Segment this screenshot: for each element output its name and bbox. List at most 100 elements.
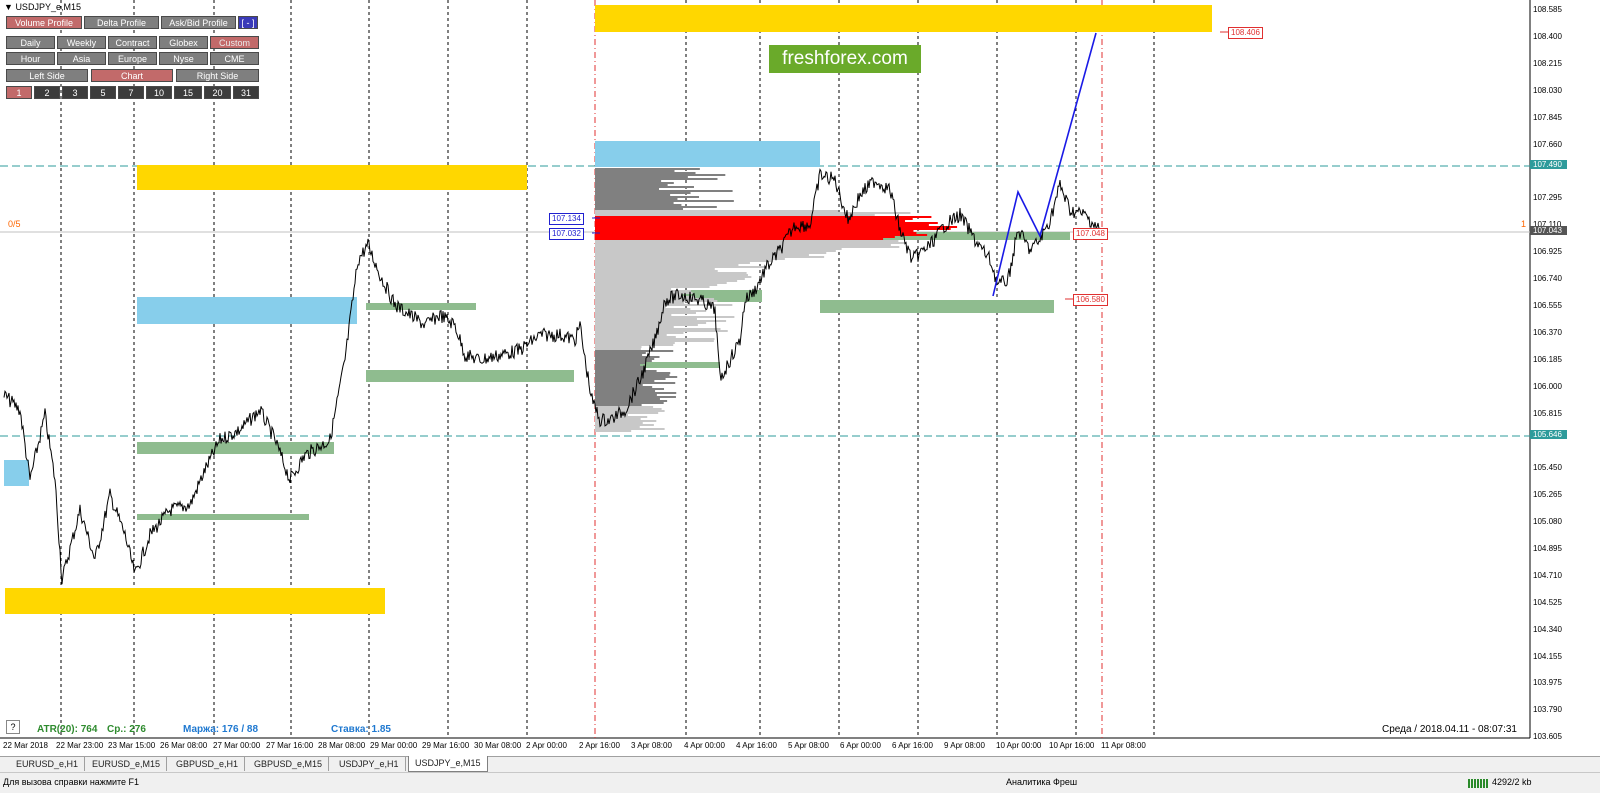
volume-profile-bar — [595, 170, 675, 172]
price-axis-label: 107.295 — [1533, 193, 1562, 203]
chart-title: ▼ USDJPY_e,M15 — [4, 2, 81, 12]
chart-button[interactable]: Chart — [91, 69, 173, 82]
nyse-button[interactable]: Nyse — [159, 52, 208, 65]
volume-profile-bar — [595, 236, 895, 238]
volume-profile-bar — [595, 394, 657, 396]
volume-profile-bar — [595, 282, 727, 284]
volume-profile-bar — [595, 312, 696, 314]
volume-profile-bar — [595, 274, 748, 276]
volume-profile-bar — [595, 214, 875, 216]
volume-profile-bar — [595, 184, 668, 186]
volume-profile-bar — [595, 378, 666, 380]
time-axis-label: 6 Apr 16:00 — [892, 741, 933, 750]
custom-button[interactable]: Custom — [210, 36, 259, 49]
volume-profile-bar — [595, 276, 752, 278]
volume-profile-bar — [595, 174, 726, 176]
volume-profile-bar — [595, 284, 718, 286]
volume-profile-bar — [595, 234, 928, 236]
tab-usdjpy-m15[interactable]: USDJPY_e,M15 — [408, 756, 488, 772]
price-axis-label: 105.265 — [1533, 489, 1562, 499]
period-7-button[interactable]: 7 — [118, 86, 144, 99]
volume-profile-bar — [595, 396, 676, 398]
volume-profile-bar — [595, 228, 951, 230]
menu-triangle-icon[interactable]: ▼ — [4, 2, 13, 12]
volume-profile-bar — [595, 352, 646, 354]
contract-button[interactable]: Contract — [108, 36, 157, 49]
tab-eurusd-m15[interactable]: EURUSD_e,M15 — [86, 757, 168, 771]
price-chart[interactable] — [0, 0, 1600, 756]
price-axis-label: 106.555 — [1533, 301, 1562, 311]
hour-button[interactable]: Hour — [6, 52, 55, 65]
watermark-logo[interactable]: freshforex.com — [769, 45, 921, 73]
price-axis-label: 107.660 — [1533, 140, 1562, 150]
europe-button[interactable]: Europe — [108, 52, 157, 65]
weekly-button[interactable]: Weekly — [57, 36, 106, 49]
period-10-button[interactable]: 10 — [146, 86, 172, 99]
volume-profile-bar — [595, 294, 682, 296]
volume-profile-bar — [595, 324, 698, 326]
volume-profile-bar — [595, 278, 745, 280]
period-2-button[interactable]: 2 — [34, 86, 60, 99]
volume-profile-bar — [595, 384, 643, 386]
volume-profile-bar — [595, 266, 766, 268]
volume-profile-bar — [595, 386, 653, 388]
period-20-button[interactable]: 20 — [204, 86, 231, 99]
volume-profile-bar — [595, 288, 672, 290]
volume-profile-bar — [595, 332, 684, 334]
blue-zone — [137, 297, 357, 324]
poc-high-tag: 107.134 — [549, 213, 584, 225]
volume-profile-bar — [595, 404, 642, 406]
price-axis-label: 104.340 — [1533, 624, 1562, 634]
blue-zone — [595, 141, 820, 167]
volume-profile-bar — [595, 272, 747, 274]
globex-button[interactable]: Globex — [159, 36, 208, 49]
price-axis-label: 106.000 — [1533, 382, 1562, 392]
target-tag: 108.406 — [1228, 27, 1263, 39]
chart-area[interactable]: ▼ USDJPY_e,M15 Volume Profile Delta Prof… — [0, 0, 1567, 756]
period-1-button[interactable]: 1 — [6, 86, 32, 99]
left-side-button[interactable]: Left Side — [6, 69, 88, 82]
volume-profile-bar — [595, 178, 718, 180]
volume-profile-bar — [595, 198, 678, 200]
help-icon[interactable]: ? — [6, 720, 20, 734]
time-axis-label: 9 Apr 08:00 — [944, 741, 985, 750]
price-axis-label: 108.215 — [1533, 59, 1562, 68]
delta-profile-button[interactable]: Delta Profile — [84, 16, 159, 29]
period-3-button[interactable]: 3 — [62, 86, 88, 99]
volume-profile-bar — [595, 264, 739, 266]
volume-profile-bar — [595, 270, 718, 272]
collapse-button[interactable]: [ - ] — [238, 16, 258, 29]
cme-button[interactable]: CME — [210, 52, 259, 65]
volume-profile-bar — [595, 232, 917, 234]
tab-eurusd-h1[interactable]: EURUSD_e,H1 — [10, 757, 86, 771]
period-5-button[interactable]: 5 — [90, 86, 116, 99]
volume-profile-bar — [595, 182, 674, 184]
askbid-profile-button[interactable]: Ask/Bid Profile — [161, 16, 236, 29]
volume-profile-bar — [595, 326, 674, 328]
volume-profile-bar — [595, 360, 652, 362]
asia-button[interactable]: Asia — [57, 52, 106, 65]
period-31-button[interactable]: 31 — [233, 86, 259, 99]
volume-profile-button[interactable]: Volume Profile — [6, 16, 82, 29]
volume-profile-bar — [595, 318, 697, 320]
volume-profile-bar — [595, 382, 676, 384]
time-axis-label: 26 Mar 08:00 — [160, 741, 208, 750]
period-15-button[interactable]: 15 — [174, 86, 202, 99]
volume-profile-bar — [595, 212, 911, 214]
datetime-display: Среда / 2018.04.11 - 08:07:31 — [1382, 724, 1517, 735]
tab-usdjpy-h1[interactable]: USDJPY_e,H1 — [333, 757, 406, 771]
price-axis-label: 104.155 — [1533, 651, 1562, 661]
volume-profile-bar — [595, 344, 674, 346]
status-bar: Для вызова справки нажмите F1 Аналитика … — [0, 772, 1600, 793]
volume-profile-bar — [595, 354, 643, 356]
time-axis-label: 10 Apr 16:00 — [1049, 741, 1095, 750]
connection-bars-icon — [1468, 779, 1488, 788]
right-side-button[interactable]: Right Side — [176, 69, 259, 82]
tab-gbpusd-m15[interactable]: GBPUSD_e,M15 — [248, 757, 330, 771]
tab-gbpusd-h1[interactable]: GBPUSD_e,H1 — [170, 757, 246, 771]
volume-profile-bar — [595, 426, 640, 428]
price-axis-label: 105.080 — [1533, 516, 1562, 526]
price-axis-label: 107.845 — [1533, 113, 1562, 123]
volume-profile-bar — [595, 380, 655, 382]
daily-button[interactable]: Daily — [6, 36, 55, 49]
